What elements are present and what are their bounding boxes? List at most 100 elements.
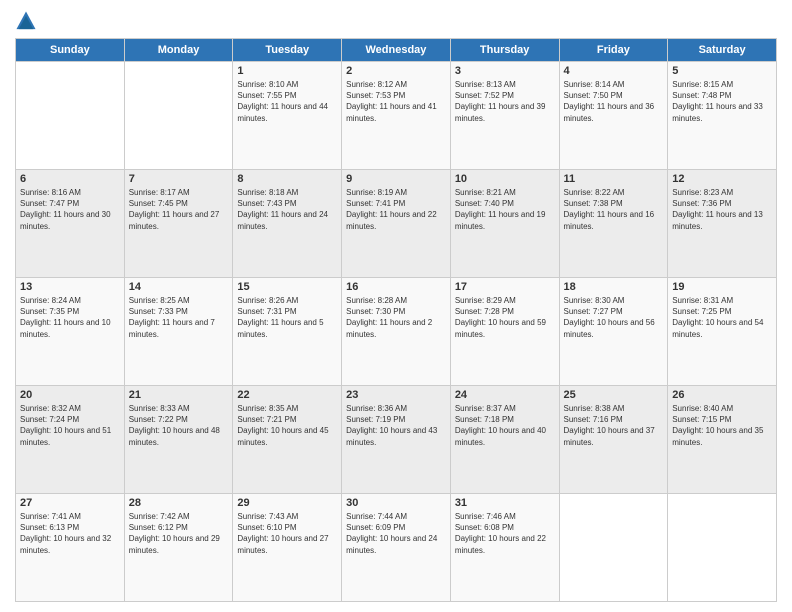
calendar-week-5: 27Sunrise: 7:41 AM Sunset: 6:13 PM Dayli… xyxy=(16,494,777,602)
day-info: Sunrise: 8:21 AM Sunset: 7:40 PM Dayligh… xyxy=(455,187,555,232)
weekday-header-wednesday: Wednesday xyxy=(342,39,451,62)
calendar-cell: 12 Sunrise: 8:23 AM Sunset: 7:36 PM Dayli… xyxy=(668,170,777,278)
day-info: Sunrise: 8:28 AM Sunset: 7:30 PM Dayligh… xyxy=(346,295,446,340)
day-info: Sunrise: 8:26 AM Sunset: 7:31 PM Dayligh… xyxy=(237,295,337,340)
calendar-cell: 31 Sunrise: 7:46 AM Sunset: 6:08 PM Dayli… xyxy=(450,494,559,602)
day-number: 12 xyxy=(672,173,772,185)
day-number: 13 xyxy=(20,281,120,293)
calendar-cell: 15Sunrise: 8:26 AM Sunset: 7:31 PM Dayli… xyxy=(233,278,342,386)
calendar-cell xyxy=(668,494,777,602)
day-number: 10 xyxy=(455,173,555,185)
day-info: Sunrise: 8:33 AM Sunset: 7:22 PM Dayligh… xyxy=(129,403,229,448)
day-info: Sunrise: 8:35 AM Sunset: 7:21 PM Dayligh… xyxy=(237,403,337,448)
day-number: 11 xyxy=(564,173,664,185)
day-number: 8 xyxy=(237,173,337,185)
calendar-cell: 18 Sunrise: 8:30 AM Sunset: 7:27 PM Dayli… xyxy=(559,278,668,386)
weekday-header-sunday: Sunday xyxy=(16,39,125,62)
calendar-cell: 8 Sunrise: 8:18 AM Sunset: 7:43 PM Daylig… xyxy=(233,170,342,278)
day-number: 22 xyxy=(237,389,337,401)
calendar-cell: 11 Sunrise: 8:22 AM Sunset: 7:38 PM Dayli… xyxy=(559,170,668,278)
day-info: Sunrise: 8:14 AM Sunset: 7:50 PM Dayligh… xyxy=(564,79,664,124)
calendar-cell: 6 Sunrise: 8:16 AM Sunset: 7:47 PM Daylig… xyxy=(16,170,125,278)
calendar-cell: 20 Sunrise: 8:32 AM Sunset: 7:24 PM Dayli… xyxy=(16,386,125,494)
calendar-cell: 9Sunrise: 8:19 AM Sunset: 7:41 PM Daylig… xyxy=(342,170,451,278)
day-number: 14 xyxy=(129,281,229,293)
calendar-cell: 17 Sunrise: 8:29 AM Sunset: 7:28 PM Dayli… xyxy=(450,278,559,386)
day-info: Sunrise: 8:38 AM Sunset: 7:16 PM Dayligh… xyxy=(564,403,664,448)
day-number: 20 xyxy=(20,389,120,401)
day-number: 25 xyxy=(564,389,664,401)
day-info: Sunrise: 8:10 AM Sunset: 7:55 PM Dayligh… xyxy=(237,79,337,124)
weekday-header-monday: Monday xyxy=(124,39,233,62)
day-info: Sunrise: 8:24 AM Sunset: 7:35 PM Dayligh… xyxy=(20,295,120,340)
calendar-cell: 30 Sunrise: 7:44 AM Sunset: 6:09 PM Dayli… xyxy=(342,494,451,602)
day-number: 1 xyxy=(237,65,337,77)
calendar-week-4: 20 Sunrise: 8:32 AM Sunset: 7:24 PM Dayli… xyxy=(16,386,777,494)
day-number: 18 xyxy=(564,281,664,293)
day-info: Sunrise: 8:22 AM Sunset: 7:38 PM Dayligh… xyxy=(564,187,664,232)
calendar-cell: 27Sunrise: 7:41 AM Sunset: 6:13 PM Dayli… xyxy=(16,494,125,602)
day-info: Sunrise: 8:13 AM Sunset: 7:52 PM Dayligh… xyxy=(455,79,555,124)
calendar-cell: 26Sunrise: 8:40 AM Sunset: 7:15 PM Dayli… xyxy=(668,386,777,494)
calendar-cell: 2 Sunrise: 8:12 AM Sunset: 7:53 PM Daylig… xyxy=(342,62,451,170)
calendar-cell: 13 Sunrise: 8:24 AM Sunset: 7:35 PM Dayli… xyxy=(16,278,125,386)
day-number: 17 xyxy=(455,281,555,293)
day-info: Sunrise: 7:41 AM Sunset: 6:13 PM Dayligh… xyxy=(20,511,120,556)
calendar-cell: 19 Sunrise: 8:31 AM Sunset: 7:25 PM Dayli… xyxy=(668,278,777,386)
day-number: 5 xyxy=(672,65,772,77)
day-info: Sunrise: 8:16 AM Sunset: 7:47 PM Dayligh… xyxy=(20,187,120,232)
logo-icon xyxy=(15,10,37,32)
day-info: Sunrise: 8:18 AM Sunset: 7:43 PM Dayligh… xyxy=(237,187,337,232)
day-info: Sunrise: 7:46 AM Sunset: 6:08 PM Dayligh… xyxy=(455,511,555,556)
calendar-cell: 23 Sunrise: 8:36 AM Sunset: 7:19 PM Dayli… xyxy=(342,386,451,494)
calendar-cell: 10 Sunrise: 8:21 AM Sunset: 7:40 PM Dayli… xyxy=(450,170,559,278)
calendar-cell xyxy=(16,62,125,170)
day-number: 31 xyxy=(455,497,555,509)
calendar-cell: 4 Sunrise: 8:14 AM Sunset: 7:50 PM Daylig… xyxy=(559,62,668,170)
day-info: Sunrise: 8:12 AM Sunset: 7:53 PM Dayligh… xyxy=(346,79,446,124)
day-number: 19 xyxy=(672,281,772,293)
day-number: 16 xyxy=(346,281,446,293)
day-info: Sunrise: 8:23 AM Sunset: 7:36 PM Dayligh… xyxy=(672,187,772,232)
weekday-header-tuesday: Tuesday xyxy=(233,39,342,62)
day-number: 2 xyxy=(346,65,446,77)
calendar-cell: 24Sunrise: 8:37 AM Sunset: 7:18 PM Dayli… xyxy=(450,386,559,494)
page: SundayMondayTuesdayWednesdayThursdayFrid… xyxy=(0,0,792,612)
calendar-week-1: 1 Sunrise: 8:10 AM Sunset: 7:55 PM Daylig… xyxy=(16,62,777,170)
day-info: Sunrise: 8:15 AM Sunset: 7:48 PM Dayligh… xyxy=(672,79,772,124)
calendar-cell: 1 Sunrise: 8:10 AM Sunset: 7:55 PM Daylig… xyxy=(233,62,342,170)
day-number: 28 xyxy=(129,497,229,509)
day-info: Sunrise: 8:25 AM Sunset: 7:33 PM Dayligh… xyxy=(129,295,229,340)
day-info: Sunrise: 8:30 AM Sunset: 7:27 PM Dayligh… xyxy=(564,295,664,340)
day-number: 6 xyxy=(20,173,120,185)
calendar-cell: 22 Sunrise: 8:35 AM Sunset: 7:21 PM Dayli… xyxy=(233,386,342,494)
calendar-week-3: 13 Sunrise: 8:24 AM Sunset: 7:35 PM Dayli… xyxy=(16,278,777,386)
weekday-header-saturday: Saturday xyxy=(668,39,777,62)
calendar-cell: 25 Sunrise: 8:38 AM Sunset: 7:16 PM Dayli… xyxy=(559,386,668,494)
day-number: 26 xyxy=(672,389,772,401)
day-info: Sunrise: 7:42 AM Sunset: 6:12 PM Dayligh… xyxy=(129,511,229,556)
day-number: 30 xyxy=(346,497,446,509)
day-number: 3 xyxy=(455,65,555,77)
day-number: 24 xyxy=(455,389,555,401)
weekday-header-friday: Friday xyxy=(559,39,668,62)
day-number: 7 xyxy=(129,173,229,185)
day-info: Sunrise: 8:31 AM Sunset: 7:25 PM Dayligh… xyxy=(672,295,772,340)
calendar-cell: 16 Sunrise: 8:28 AM Sunset: 7:30 PM Dayli… xyxy=(342,278,451,386)
day-number: 9 xyxy=(346,173,446,185)
day-info: Sunrise: 8:29 AM Sunset: 7:28 PM Dayligh… xyxy=(455,295,555,340)
day-info: Sunrise: 8:32 AM Sunset: 7:24 PM Dayligh… xyxy=(20,403,120,448)
day-info: Sunrise: 7:43 AM Sunset: 6:10 PM Dayligh… xyxy=(237,511,337,556)
calendar-cell: 3 Sunrise: 8:13 AM Sunset: 7:52 PM Daylig… xyxy=(450,62,559,170)
day-info: Sunrise: 8:17 AM Sunset: 7:45 PM Dayligh… xyxy=(129,187,229,232)
calendar-cell: 29 Sunrise: 7:43 AM Sunset: 6:10 PM Dayli… xyxy=(233,494,342,602)
day-info: Sunrise: 7:44 AM Sunset: 6:09 PM Dayligh… xyxy=(346,511,446,556)
calendar-cell: 21 Sunrise: 8:33 AM Sunset: 7:22 PM Dayli… xyxy=(124,386,233,494)
day-number: 23 xyxy=(346,389,446,401)
day-number: 29 xyxy=(237,497,337,509)
day-number: 21 xyxy=(129,389,229,401)
day-number: 4 xyxy=(564,65,664,77)
calendar-cell: 28 Sunrise: 7:42 AM Sunset: 6:12 PM Dayli… xyxy=(124,494,233,602)
weekday-header-thursday: Thursday xyxy=(450,39,559,62)
day-info: Sunrise: 8:36 AM Sunset: 7:19 PM Dayligh… xyxy=(346,403,446,448)
